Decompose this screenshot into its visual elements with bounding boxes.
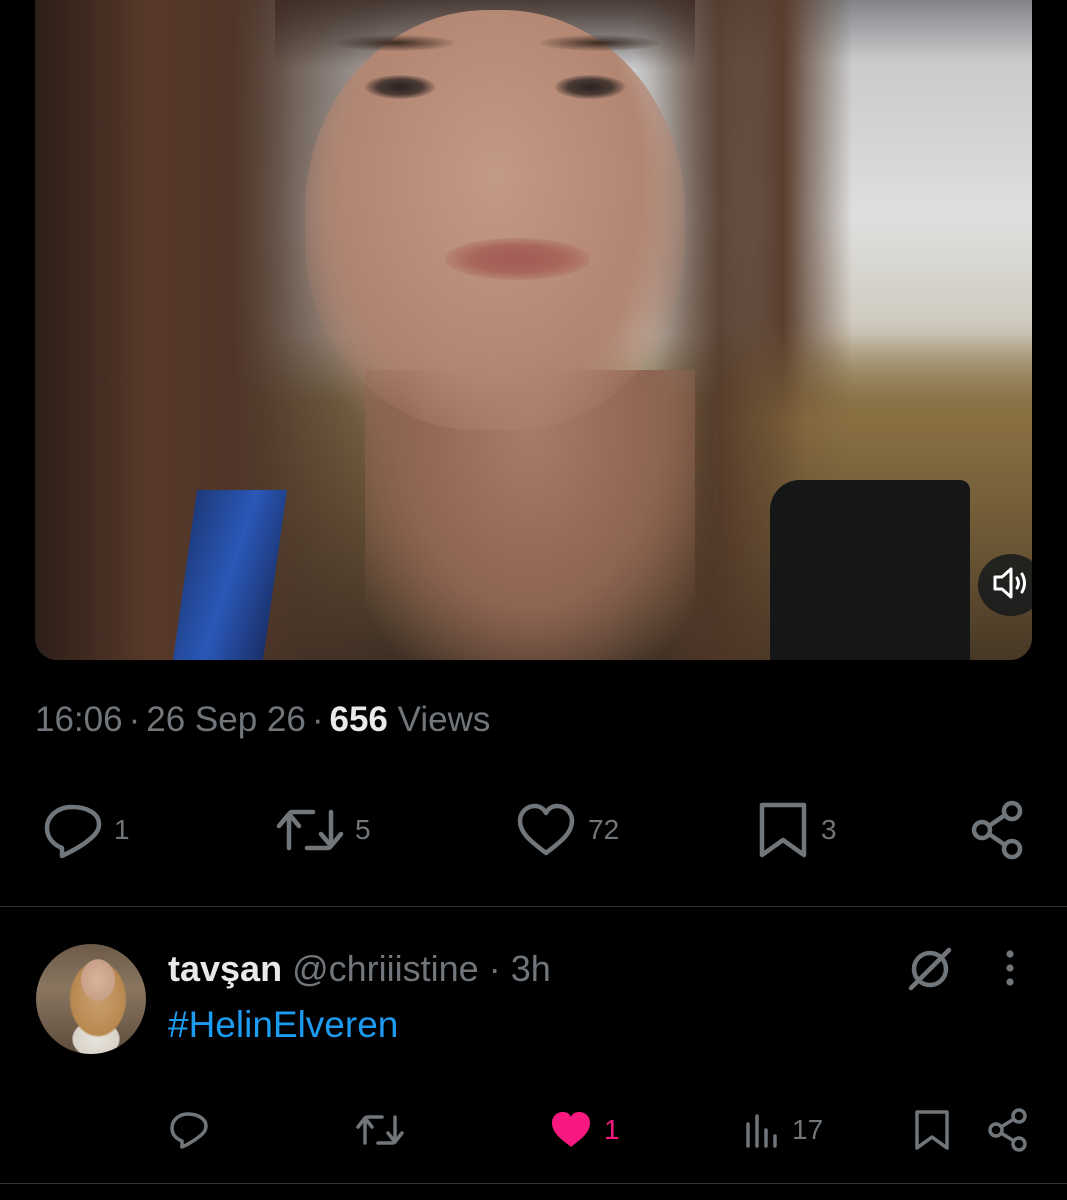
repost-button[interactable]: 5 — [275, 795, 371, 865]
avatar[interactable] — [36, 944, 146, 1054]
video-eye-left — [365, 75, 435, 99]
reply-like-count: 1 — [604, 1114, 620, 1145]
share-icon — [986, 1107, 1030, 1153]
video-face — [305, 10, 685, 430]
reply-bubble-icon — [42, 801, 104, 859]
share-icon — [968, 799, 1026, 861]
reply-button[interactable]: 1 — [42, 795, 130, 865]
repost-arrows-icon — [275, 802, 345, 858]
video-brow-left — [335, 35, 455, 51]
tweet-time[interactable]: 16:06 — [35, 700, 123, 739]
repost-count: 5 — [355, 814, 371, 845]
video-dark-dress — [770, 480, 970, 660]
more-vertical-icon[interactable] — [996, 948, 1024, 993]
video-lips — [445, 238, 590, 280]
separator: · — [488, 948, 501, 989]
reply-repost-button[interactable] — [355, 1100, 405, 1160]
bookmark-button[interactable]: 3 — [755, 795, 837, 865]
reply-hashtag[interactable]: #HelinElveren — [168, 1004, 398, 1046]
reply-views-button[interactable]: 17 — [742, 1100, 823, 1160]
tweet-date[interactable]: 26 Sep 26 — [146, 700, 306, 739]
views-count[interactable]: 656 — [330, 700, 388, 739]
views-bar-icon — [742, 1110, 782, 1150]
reply-views-count: 17 — [792, 1114, 824, 1145]
reply-author-handle[interactable]: @chriiistine — [292, 948, 479, 989]
reply-bubble-icon — [168, 1110, 210, 1150]
repost-arrows-icon — [355, 1110, 405, 1150]
bookmark-count: 3 — [821, 814, 837, 845]
tweet-meta: 16:06 · 26 Sep 26 · 656 Views — [35, 700, 490, 740]
heart-filled-icon — [548, 1109, 594, 1151]
like-count: 72 — [588, 814, 620, 845]
reply-like-button[interactable]: 1 — [548, 1100, 620, 1160]
share-button[interactable] — [968, 795, 1026, 865]
reply-count: 1 — [114, 814, 130, 845]
reply-reply-button[interactable] — [168, 1100, 210, 1160]
bookmark-icon — [912, 1108, 952, 1152]
speaker-muted-icon — [991, 565, 1031, 606]
reply-time[interactable]: 3h — [511, 948, 551, 989]
tweet-action-bar: 1 5 72 3 — [0, 795, 1067, 865]
reply-action-bar: 1 17 — [0, 1100, 1067, 1160]
separator: · — [311, 700, 324, 739]
tweet-detail-page: 16:06 · 26 Sep 26 · 656 Views 1 5 72 3 t… — [0, 0, 1067, 1200]
heart-icon — [514, 801, 578, 859]
video-brow-right — [540, 35, 660, 51]
divider — [0, 906, 1067, 907]
separator: · — [128, 700, 141, 739]
grok-icon[interactable] — [905, 944, 955, 999]
bookmark-icon — [755, 800, 811, 860]
video-eye-right — [555, 75, 625, 99]
like-button[interactable]: 72 — [514, 795, 619, 865]
tweet-video[interactable] — [35, 0, 1032, 660]
reply-bookmark-button[interactable] — [912, 1100, 952, 1160]
reply-share-button[interactable] — [986, 1100, 1030, 1160]
views-label[interactable]: Views — [398, 700, 491, 739]
divider — [0, 1183, 1067, 1184]
reply-author-name[interactable]: tavşan — [168, 948, 282, 989]
reply-header: tavşan @chriiistine · 3h — [168, 948, 551, 990]
